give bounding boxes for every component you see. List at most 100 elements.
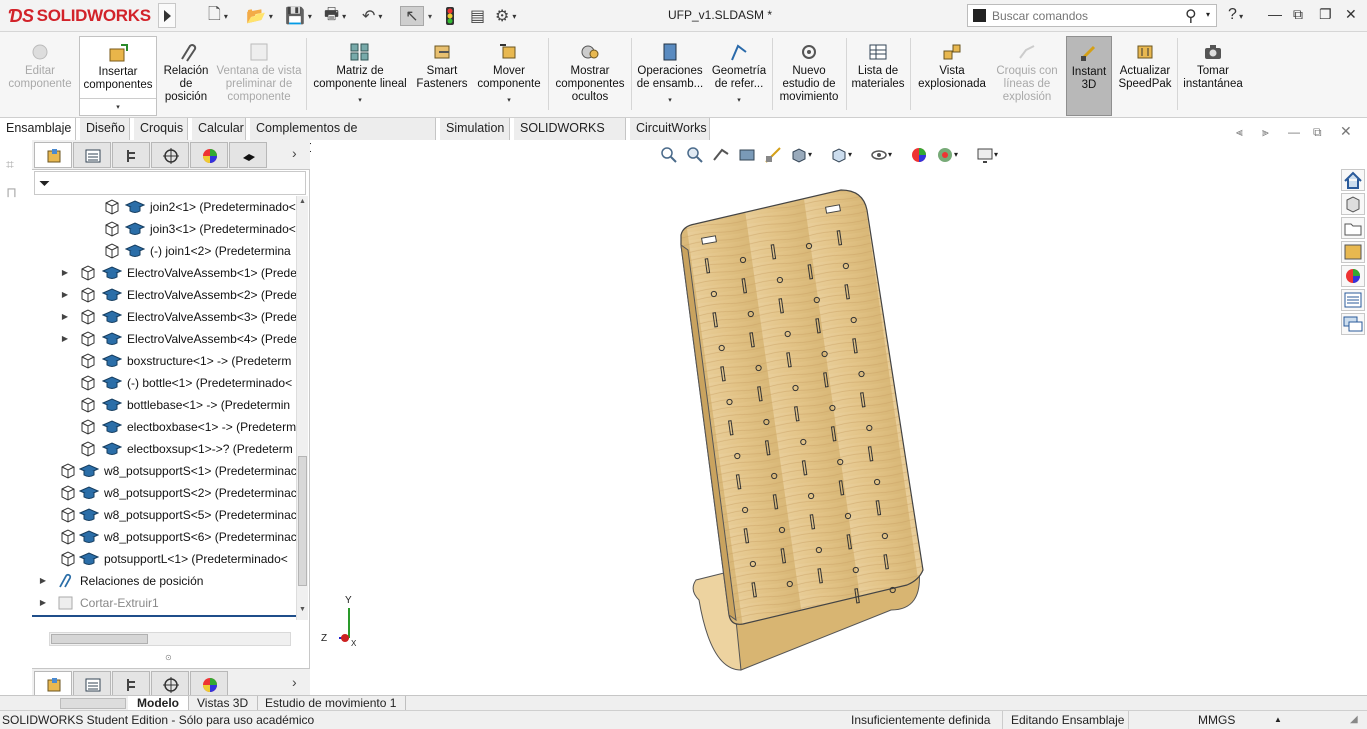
- property-manager-tab[interactable]: [73, 671, 111, 697]
- mate-button[interactable]: Relación de posición: [160, 36, 212, 116]
- edit-component-button[interactable]: Editar componente: [4, 36, 76, 116]
- component-preview-button[interactable]: Ventana de vista preliminar de component…: [214, 36, 304, 116]
- display-manager-tab[interactable]: [190, 142, 228, 168]
- tree-filter[interactable]: ⏷: [34, 171, 306, 195]
- menu-expand-arrow-icon[interactable]: [158, 3, 176, 28]
- display-style-dropdown[interactable]: ▾: [848, 150, 866, 168]
- select-arrow-icon[interactable]: ↖: [400, 6, 424, 26]
- tab-modelo[interactable]: Modelo: [128, 696, 189, 711]
- minimize-icon[interactable]: —: [1268, 6, 1282, 22]
- tree-item[interactable]: join2<1> (Predeterminado<: [32, 196, 296, 218]
- unit-system-dropdown[interactable]: ▲: [1274, 711, 1282, 729]
- print-icon[interactable]: 🖶 ▾: [324, 6, 346, 26]
- move-component-button[interactable]: Mover componente ▾: [474, 36, 544, 116]
- update-speedpak-button[interactable]: Actualizar SpeedPak: [1116, 36, 1174, 116]
- forum-icon[interactable]: [1341, 313, 1365, 335]
- chevron-right-icon[interactable]: ›: [292, 145, 297, 161]
- tab-croquis[interactable]: Croquis: [134, 118, 188, 140]
- zoom-to-area-icon[interactable]: [686, 146, 704, 164]
- search-dropdown[interactable]: ▾: [1206, 10, 1210, 19]
- custom-properties-icon[interactable]: [1341, 289, 1365, 311]
- search-input[interactable]: [992, 7, 1177, 24]
- tab-estudio-movimiento[interactable]: Estudio de movimiento 1: [256, 696, 407, 711]
- reference-geometry-button[interactable]: Geometría de refer... ▾: [708, 36, 770, 116]
- tab-calcular[interactable]: Calcular: [192, 118, 246, 140]
- rebuild-traffic-light-icon[interactable]: [444, 6, 456, 26]
- tree-item[interactable]: (-) join1<2> (Predetermina: [32, 240, 296, 262]
- chevron-right-icon[interactable]: ›: [292, 674, 297, 690]
- instant-3d-button[interactable]: Instant 3D: [1066, 36, 1112, 116]
- assembly-features-button[interactable]: Operaciones de ensamb... ▾: [634, 36, 706, 116]
- display-style-icon[interactable]: [830, 146, 848, 164]
- bill-of-materials-button[interactable]: Lista de materiales: [849, 36, 907, 116]
- hide-show-items-icon[interactable]: [870, 146, 888, 164]
- previous-view-icon[interactable]: [712, 146, 730, 164]
- tree-vertical-scrollbar[interactable]: ▲ ▼: [296, 196, 308, 620]
- hide-show-dropdown[interactable]: ▾: [888, 150, 906, 168]
- linear-pattern-button[interactable]: Matriz de componente lineal ▾: [308, 36, 412, 116]
- exploded-view-button[interactable]: Vista explosionada: [913, 36, 991, 116]
- tree-item[interactable]: boxstructure<1> -> (Predeterm: [32, 350, 296, 372]
- tree-item[interactable]: ▶ Cortar-Extruir1: [32, 592, 296, 614]
- scrollbar-thumb[interactable]: [298, 456, 307, 586]
- viewport-minimize-icon[interactable]: —: [1288, 125, 1300, 139]
- tree-item[interactable]: w8_potsupportS<1> (Predeterminac: [32, 460, 296, 482]
- insert-components-button[interactable]: Insertar componentes ▾: [79, 36, 157, 116]
- options-gear-icon[interactable]: ⚙ ▾: [495, 6, 516, 26]
- expand-arrow-icon[interactable]: ▶: [60, 284, 70, 306]
- solidworks-logo[interactable]: ƊS SOLIDWORKS: [8, 3, 151, 29]
- zoom-to-fit-icon[interactable]: [660, 146, 678, 164]
- tab-complementos[interactable]: Complementos de SOLIDWORKS: [250, 118, 436, 155]
- configuration-manager-tab[interactable]: [112, 671, 150, 697]
- file-explorer-icon[interactable]: [1341, 217, 1365, 239]
- configuration-manager-tab[interactable]: [112, 142, 150, 168]
- file-properties-icon[interactable]: ▤: [470, 6, 485, 26]
- apply-scene-dropdown[interactable]: ▾: [954, 150, 972, 168]
- close-icon[interactable]: ✕: [1345, 6, 1357, 23]
- open-icon[interactable]: 📂 ▾: [246, 6, 273, 26]
- tab-vistas-3d[interactable]: Vistas 3D: [188, 696, 259, 711]
- filter-funnel-icon[interactable]: ⏷: [39, 175, 50, 192]
- model-view[interactable]: Y Z X: [311, 140, 1339, 695]
- smart-fasteners-button[interactable]: Smart Fasteners: [416, 36, 468, 116]
- restore-icon[interactable]: ⧉: [1293, 6, 1303, 23]
- tree-item[interactable]: w8_potsupportS<5> (Predeterminac: [32, 504, 296, 526]
- new-document-icon[interactable]: 🗋 ▾: [208, 6, 228, 26]
- help-icon[interactable]: ? ▾: [1228, 6, 1243, 24]
- expand-arrow-icon[interactable]: ▶: [60, 306, 70, 328]
- design-library-icon[interactable]: [1341, 241, 1365, 263]
- unit-system[interactable]: MMGS: [1198, 711, 1235, 729]
- new-motion-study-button[interactable]: Nuevo estudio de movimiento: [775, 36, 843, 116]
- home-icon[interactable]: [1341, 169, 1365, 191]
- show-hidden-components-button[interactable]: Mostrar componentes ocultos: [552, 36, 628, 116]
- appearances-icon[interactable]: [1341, 265, 1365, 287]
- tree-item[interactable]: electboxsup<1>->? (Predeterm: [32, 438, 296, 460]
- explode-line-sketch-button[interactable]: Croquis con líneas de explosión: [993, 36, 1061, 116]
- view-orientation-dropdown[interactable]: ▾: [808, 150, 826, 168]
- tree-item[interactable]: ▶ ElectroValveAssemb<2> (Prede: [32, 284, 296, 306]
- resize-grip-icon[interactable]: ◢: [1350, 711, 1358, 729]
- select-dropdown[interactable]: ▾: [428, 6, 432, 26]
- viewport-close-icon[interactable]: ✕: [1340, 123, 1352, 140]
- tab-scroll-arrows[interactable]: [60, 698, 126, 709]
- feature-tree-tab[interactable]: [34, 142, 72, 168]
- dimxpert-tab[interactable]: [151, 142, 189, 168]
- tree-item[interactable]: ▶ ElectroValveAssemb<3> (Prede: [32, 306, 296, 328]
- tree-item[interactable]: w8_potsupportS<2> (Predeterminac: [32, 482, 296, 504]
- property-manager-tab[interactable]: [73, 142, 111, 168]
- view-settings-dropdown[interactable]: ▾: [994, 150, 1012, 168]
- undo-icon[interactable]: ↶ ▾: [362, 6, 382, 26]
- tree-item[interactable]: bottlebase<1> -> (Predetermin: [32, 394, 296, 416]
- expand-arrow-icon[interactable]: ▶: [38, 570, 48, 592]
- viewport-next-icon[interactable]: ⫸: [1262, 125, 1269, 140]
- tab-diseno[interactable]: Diseño: [80, 118, 130, 140]
- tab-ensamblaje[interactable]: Ensamblaje: [0, 118, 76, 140]
- take-snapshot-button[interactable]: Tomar instantánea: [1180, 36, 1246, 116]
- tab-circuitworks[interactable]: CircuitWorks: [630, 118, 710, 140]
- feature-tree-tab[interactable]: [34, 671, 72, 697]
- viewport-restore-icon[interactable]: ⧉: [1313, 125, 1322, 140]
- tree-item[interactable]: ▶ ElectroValveAssemb<4> (Prede: [32, 328, 296, 350]
- wooden-panel-model[interactable]: [680, 189, 924, 671]
- tree-horizontal-scrollbar[interactable]: [49, 632, 291, 646]
- smart-dimension-icon[interactable]: ⊓: [6, 184, 26, 202]
